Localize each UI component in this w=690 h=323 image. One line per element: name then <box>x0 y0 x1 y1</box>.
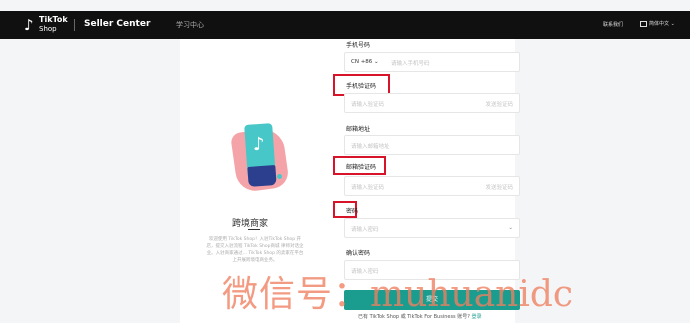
tiktok-shop-logo[interactable]: ♪ TikTok Shop <box>24 14 72 36</box>
phone-case-shape <box>247 165 277 187</box>
send-email-code-button[interactable]: 发送验证码 <box>485 183 513 191</box>
phone-input[interactable]: CN +86 ⌄ 请输入手机号码 <box>344 52 520 72</box>
top-nav-bar: ♪ TikTok Shop Seller Center 学习中心 联系我们 简体… <box>0 11 690 39</box>
contact-us-link[interactable]: 联系我们 <box>603 21 623 28</box>
email-code-placeholder: 请输入验证码 <box>351 185 385 191</box>
tiktok-note-icon: ♪ <box>24 16 34 34</box>
header-divider <box>74 19 75 31</box>
tiktok-note-icon: ♪ <box>253 134 265 155</box>
confirm-password-label: 确认密码 <box>346 250 371 257</box>
language-icon <box>640 20 647 27</box>
logo-text-shop: Shop <box>39 25 57 33</box>
language-label: 简体中文 ⌄ <box>649 21 675 27</box>
seller-center-title[interactable]: Seller Center <box>84 19 150 29</box>
phone-in-hand-illustration: ♪ <box>230 122 292 194</box>
password-placeholder: 请输入密码 <box>351 227 379 233</box>
country-code-select[interactable]: CN +86 ⌄ <box>351 59 379 65</box>
email-placeholder: 请输入邮箱地址 <box>351 144 390 150</box>
logo-text-tiktok: TikTok <box>39 15 68 24</box>
phone-label: 手机号码 <box>346 42 371 49</box>
title-underline <box>248 229 260 230</box>
watermark-overlay: 微信号：muhuanidc <box>222 265 573 317</box>
chevron-down-icon[interactable]: ⌄ <box>508 225 513 231</box>
language-selector[interactable]: 简体中文 ⌄ <box>640 20 675 27</box>
email-code-input[interactable]: 请输入验证码 发送验证码 <box>344 176 520 196</box>
phone-code-input[interactable]: 请输入验证码 发送验证码 <box>344 93 520 113</box>
watermark-cn: 微信号： <box>222 274 371 315</box>
brand-description: 欢迎使用 TikTok Shop！入驻TikTok Shop 开店，提交入驻流程… <box>206 237 304 263</box>
send-phone-code-button[interactable]: 发送验证码 <box>485 100 513 108</box>
email-input[interactable]: 请输入邮箱地址 <box>344 135 520 155</box>
phone-placeholder: 请输入手机号码 <box>391 61 430 67</box>
password-label: 密码 <box>346 208 359 215</box>
password-input[interactable]: 请输入密码 ⌄ <box>344 218 520 238</box>
watermark-id: muhuanidc <box>370 274 574 315</box>
decorative-dot <box>277 174 282 179</box>
phone-code-label: 手机验证码 <box>346 83 377 90</box>
email-label: 邮箱地址 <box>346 126 371 133</box>
phone-code-placeholder: 请输入验证码 <box>351 102 385 108</box>
email-code-label: 邮箱验证码 <box>346 164 377 171</box>
learning-center-link[interactable]: 学习中心 <box>176 20 204 30</box>
cross-border-seller-title: 跨境商家 <box>232 219 269 229</box>
